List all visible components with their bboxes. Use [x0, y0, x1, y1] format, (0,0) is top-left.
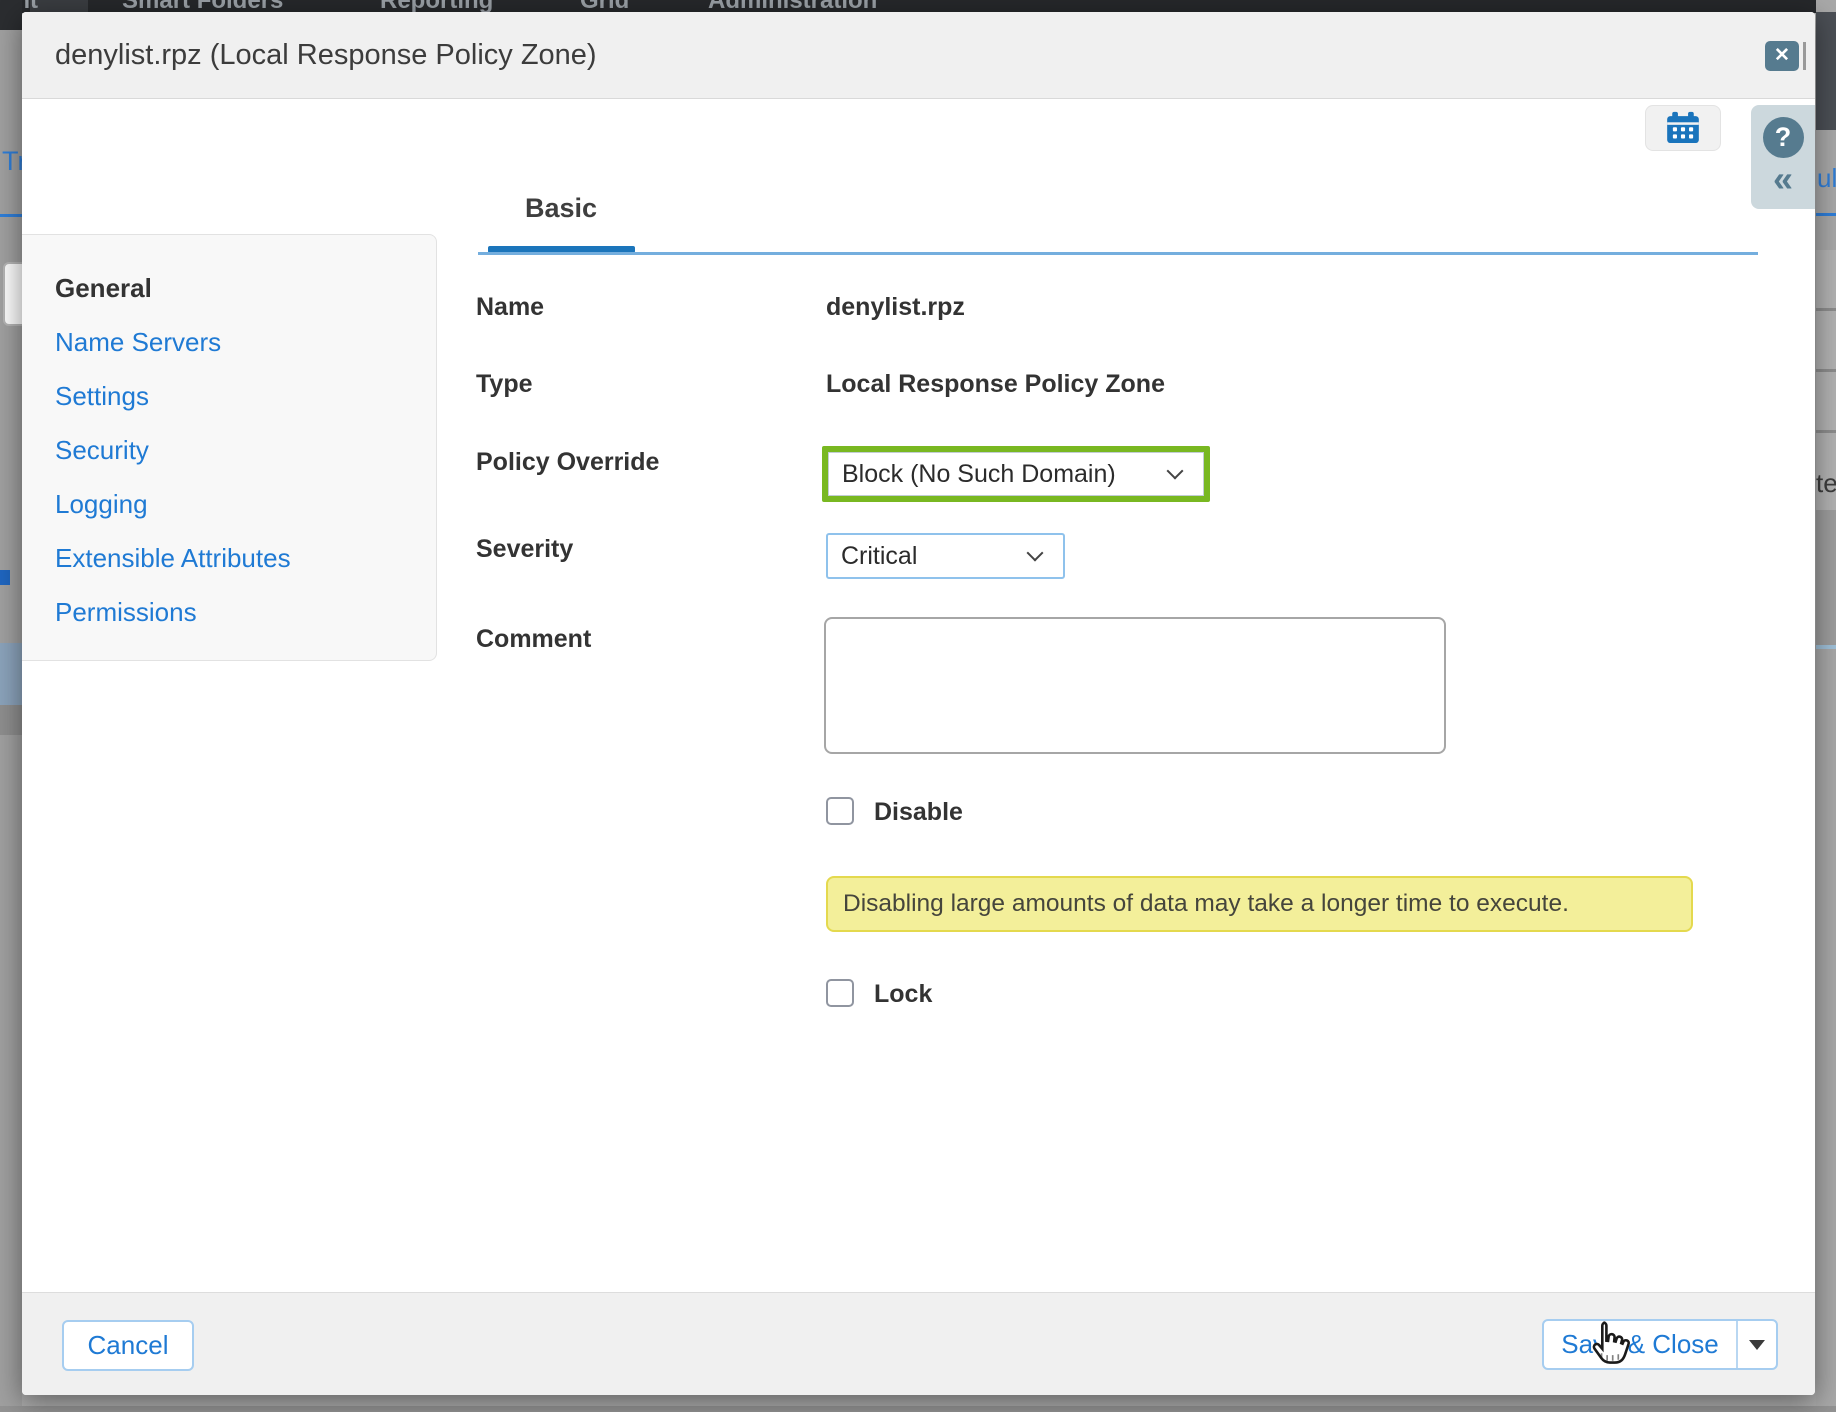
- severity-value: Critical: [828, 542, 1029, 571]
- severity-label: Severity: [476, 535, 573, 564]
- background-row-fragment: [0, 705, 22, 735]
- sidebar-item-security[interactable]: Security: [55, 435, 149, 466]
- tab-baseline: [478, 252, 1758, 255]
- schedule-button[interactable]: [1645, 105, 1721, 151]
- background-text-fragment: te: [1816, 468, 1836, 499]
- background-blue-marker: [0, 570, 10, 585]
- close-icon[interactable]: ✕: [1765, 41, 1799, 71]
- sidebar-item-general[interactable]: General: [55, 273, 152, 304]
- save-close-split-button: Save & Close: [1542, 1319, 1778, 1370]
- severity-select[interactable]: Critical: [826, 533, 1065, 579]
- background-lower-band: [1816, 510, 1836, 645]
- sidebar-item-settings[interactable]: Settings: [55, 381, 149, 412]
- header-divider: [1803, 42, 1806, 70]
- collapse-icon[interactable]: «: [1773, 160, 1793, 198]
- policy-override-label: Policy Override: [476, 448, 659, 477]
- background-selected-row-fragment: [0, 643, 22, 705]
- comment-label: Comment: [476, 625, 591, 654]
- help-panel: ? «: [1751, 105, 1815, 209]
- policy-override-highlight: Block (No Such Domain): [822, 446, 1210, 502]
- chevron-down-icon: [1167, 463, 1184, 480]
- background-dark-panel: [1816, 12, 1836, 130]
- background-left-edge: Tr: [0, 0, 22, 1412]
- sidebar-item-extensible-attributes[interactable]: Extensible Attributes: [55, 543, 291, 574]
- lock-checkbox[interactable]: [826, 979, 854, 1007]
- name-label: Name: [476, 293, 544, 322]
- tab-basic[interactable]: Basic: [525, 193, 597, 224]
- background-tab-underline-left: [0, 214, 22, 217]
- background-bottom-edge: [0, 1406, 1836, 1412]
- background-tab-underline-right: [1816, 213, 1836, 216]
- disable-label: Disable: [874, 798, 963, 827]
- calendar-icon: [1664, 110, 1702, 146]
- sidebar-item-name-servers[interactable]: Name Servers: [55, 327, 221, 358]
- background-tab-fragment-left: Tr: [2, 146, 22, 177]
- save-options-dropdown-button[interactable]: [1738, 1321, 1776, 1368]
- edit-zone-dialog: denylist.rpz (Local Response Policy Zone…: [22, 12, 1815, 1395]
- save-close-button[interactable]: Save & Close: [1544, 1321, 1736, 1368]
- background-input-fragment: [3, 262, 22, 326]
- background-dark-bar: [0, 0, 22, 30]
- caret-down-icon: [1749, 1340, 1765, 1350]
- sidebar-item-permissions[interactable]: Permissions: [55, 597, 197, 628]
- dialog-header: denylist.rpz (Local Response Policy Zone…: [22, 12, 1815, 99]
- dialog-footer: Cancel Save & Close: [22, 1292, 1815, 1395]
- policy-override-select[interactable]: Block (No Such Domain): [828, 452, 1204, 496]
- dialog-title: denylist.rpz (Local Response Policy Zone…: [55, 12, 597, 99]
- help-icon[interactable]: ?: [1763, 117, 1804, 158]
- disable-checkbox[interactable]: [826, 797, 854, 825]
- warning-message: Disabling large amounts of data may take…: [826, 876, 1693, 932]
- name-value: denylist.rpz: [826, 293, 965, 322]
- chevron-down-icon: [1027, 545, 1044, 562]
- background-right-edge: ul te: [1816, 0, 1836, 1412]
- background-light-line: [1816, 645, 1836, 649]
- comment-textarea[interactable]: [824, 617, 1446, 754]
- lock-label: Lock: [874, 980, 932, 1009]
- cancel-button[interactable]: Cancel: [62, 1320, 194, 1371]
- type-label: Type: [476, 370, 533, 399]
- policy-override-value: Block (No Such Domain): [829, 460, 1169, 489]
- sidebar-item-logging[interactable]: Logging: [55, 489, 148, 520]
- type-value: Local Response Policy Zone: [826, 370, 1165, 399]
- background-tab-fragment-right: ul: [1817, 163, 1836, 194]
- dialog-sidebar: General Name Servers Settings Security L…: [22, 234, 437, 661]
